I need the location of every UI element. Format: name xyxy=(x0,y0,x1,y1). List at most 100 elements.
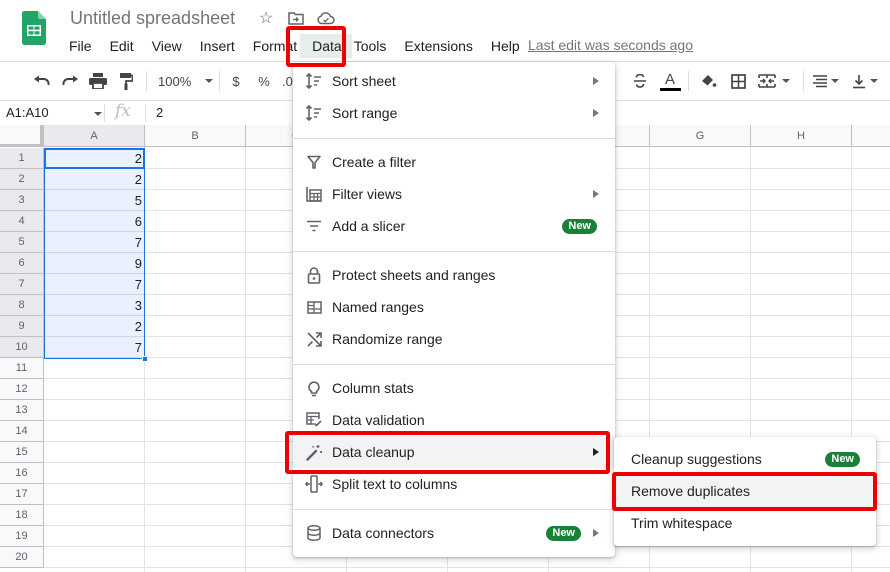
menu-item-sort-range[interactable]: Sort range xyxy=(293,97,615,129)
horizontal-align-icon[interactable] xyxy=(812,71,844,91)
menu-item-split-text[interactable]: Split text to columns xyxy=(293,468,615,500)
strikethrough-icon[interactable] xyxy=(630,71,650,91)
row-header-9[interactable]: 9 xyxy=(0,316,44,337)
menu-item-create-filter[interactable]: Create a filter xyxy=(293,146,615,178)
menu-view[interactable]: View xyxy=(143,34,191,58)
row-header-3[interactable]: 3 xyxy=(0,190,44,211)
cell-a9[interactable]: 2 xyxy=(44,316,145,337)
new-badge: New xyxy=(546,525,581,541)
chevron-down-icon xyxy=(831,79,839,83)
menu-item-data-cleanup[interactable]: Data cleanup xyxy=(293,436,615,468)
menu-help[interactable]: Help xyxy=(482,34,529,58)
select-all-corner[interactable] xyxy=(0,125,44,147)
last-edit-link[interactable]: Last edit was seconds ago xyxy=(528,37,693,53)
name-box-chevron-down-icon[interactable] xyxy=(94,112,102,116)
row-header-13[interactable]: 13 xyxy=(0,400,44,421)
row-header-8[interactable]: 8 xyxy=(0,295,44,316)
star-icon[interactable]: ☆ xyxy=(257,8,275,28)
menu-file[interactable]: File xyxy=(60,34,101,58)
menu-item-cleanup-suggestions[interactable]: Cleanup suggestions New xyxy=(614,443,876,475)
column-header-h[interactable]: H xyxy=(751,125,852,147)
row-header-7[interactable]: 7 xyxy=(0,274,44,295)
row-header-20[interactable]: 20 xyxy=(0,547,44,568)
menu-extensions[interactable]: Extensions xyxy=(395,34,481,58)
menu-item-label: Add a slicer xyxy=(332,218,406,234)
formula-bar-separator xyxy=(104,104,105,122)
column-header-i[interactable]: I xyxy=(852,125,890,147)
chevron-down-icon xyxy=(205,79,214,83)
cell-a4[interactable]: 6 xyxy=(44,211,145,232)
cell-a8[interactable]: 3 xyxy=(44,295,145,316)
row-header-17[interactable]: 17 xyxy=(0,484,44,505)
fill-handle[interactable] xyxy=(142,356,148,362)
menu-item-sort-sheet[interactable]: Sort sheet xyxy=(293,65,615,97)
undo-icon[interactable] xyxy=(32,71,52,91)
menu-item-data-validation[interactable]: Data validation xyxy=(293,404,615,436)
row-header-16[interactable]: 16 xyxy=(0,463,44,484)
currency-format-button[interactable]: $ xyxy=(228,71,244,91)
vertical-align-icon[interactable] xyxy=(852,71,884,91)
column-header-b[interactable]: B xyxy=(145,125,246,147)
print-icon[interactable] xyxy=(88,71,108,91)
cell-a10[interactable]: 7 xyxy=(44,337,145,358)
menu-item-add-slicer[interactable]: Add a slicer New xyxy=(293,210,615,242)
row-header-1[interactable]: 1 xyxy=(0,148,44,169)
menu-item-named-ranges[interactable]: Named ranges xyxy=(293,291,615,323)
menu-item-trim-whitespace[interactable]: Trim whitespace xyxy=(614,507,876,539)
sort-icon xyxy=(305,104,323,122)
document-title[interactable]: Untitled spreadsheet xyxy=(70,8,235,29)
menu-format[interactable]: Format xyxy=(244,34,300,58)
menu-tools[interactable]: Tools xyxy=(352,34,396,58)
name-box[interactable]: A1:A10 xyxy=(6,105,49,120)
cell-a7[interactable]: 7 xyxy=(44,274,145,295)
column-header-g[interactable]: G xyxy=(650,125,751,147)
row-header-19[interactable]: 19 xyxy=(0,526,44,547)
cell-a1[interactable]: 2 xyxy=(44,148,145,169)
sheets-logo-icon[interactable] xyxy=(22,11,46,45)
row-header-11[interactable]: 11 xyxy=(0,358,44,379)
formula-input[interactable]: 2 xyxy=(156,105,163,120)
menu-item-column-stats[interactable]: Column stats xyxy=(293,372,615,404)
menu-bar: File Edit View Insert Format Data Tools … xyxy=(60,34,529,58)
row-header-15[interactable]: 15 xyxy=(0,442,44,463)
cloud-saved-icon[interactable] xyxy=(317,8,335,28)
menu-item-data-connectors[interactable]: Data connectors New xyxy=(293,517,615,549)
cell-a5[interactable]: 7 xyxy=(44,232,145,253)
grid-line-horizontal xyxy=(44,567,890,568)
row-header-6[interactable]: 6 xyxy=(0,253,44,274)
cell-a6[interactable]: 9 xyxy=(44,253,145,274)
row-header-18[interactable]: 18 xyxy=(0,505,44,526)
database-icon xyxy=(305,524,323,542)
row-header-10[interactable]: 10 xyxy=(0,337,44,358)
lock-icon xyxy=(305,266,323,284)
percent-format-button[interactable]: % xyxy=(256,71,272,91)
row-header-12[interactable]: 12 xyxy=(0,379,44,400)
menu-data[interactable]: Data xyxy=(300,34,352,58)
move-to-folder-icon[interactable] xyxy=(287,8,305,28)
borders-icon[interactable] xyxy=(728,71,748,91)
menu-item-filter-views[interactable]: Filter views xyxy=(293,178,615,210)
menu-insert[interactable]: Insert xyxy=(191,34,244,58)
zoom-select[interactable]: 100% xyxy=(158,71,214,91)
chevron-down-icon xyxy=(870,79,878,83)
fill-color-icon[interactable] xyxy=(698,71,718,91)
menu-item-protect-sheets[interactable]: Protect sheets and ranges xyxy=(293,259,615,291)
toolbar-separator xyxy=(146,71,147,91)
redo-icon[interactable] xyxy=(60,71,80,91)
row-header-4[interactable]: 4 xyxy=(0,211,44,232)
row-header-14[interactable]: 14 xyxy=(0,421,44,442)
text-color-swatch xyxy=(659,87,681,91)
paint-format-icon[interactable] xyxy=(116,71,136,91)
column-header-a[interactable]: A xyxy=(44,125,145,147)
cell-a3[interactable]: 5 xyxy=(44,190,145,211)
text-color-icon[interactable]: A xyxy=(658,71,682,91)
submenu-arrow-icon xyxy=(593,448,599,456)
menu-edit[interactable]: Edit xyxy=(101,34,143,58)
row-header-2[interactable]: 2 xyxy=(0,169,44,190)
cell-a2[interactable]: 2 xyxy=(44,169,145,190)
merge-cells-icon[interactable] xyxy=(758,71,796,91)
submenu-arrow-icon xyxy=(593,77,599,85)
menu-item-remove-duplicates[interactable]: Remove duplicates xyxy=(614,475,876,507)
menu-item-randomize-range[interactable]: Randomize range xyxy=(293,323,615,355)
row-header-5[interactable]: 5 xyxy=(0,232,44,253)
